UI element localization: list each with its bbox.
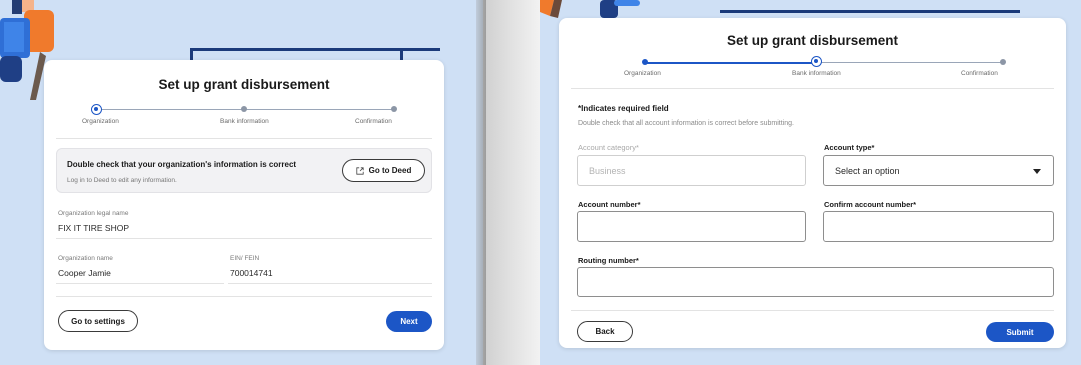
- ein-label: EIN/ FEIN: [230, 255, 260, 262]
- step-label-confirmation: Confirmation: [961, 70, 998, 77]
- org-name-label: Organization name: [58, 255, 113, 262]
- required-field-note: *Indicates required field: [578, 104, 669, 113]
- stepper-track: [101, 109, 394, 110]
- step-indicator-confirmation: [1000, 59, 1006, 65]
- account-category-label: Account category*: [578, 143, 639, 152]
- step-label-organization: Organization: [82, 118, 119, 125]
- confirm-account-number-input[interactable]: [823, 211, 1054, 242]
- routing-number-label: Routing number*: [578, 256, 639, 265]
- stepper-progress: [644, 62, 817, 64]
- verification-notice: Double check that your organization's in…: [56, 148, 432, 193]
- divider: [571, 88, 1054, 89]
- disbursement-card-organization: Set up grant disbursement Organization B…: [44, 60, 444, 350]
- screenshot-edge-shadow: [476, 0, 486, 365]
- back-button[interactable]: Back: [577, 321, 633, 342]
- step-label-confirmation: Confirmation: [355, 118, 392, 125]
- step-label-organization: Organization: [624, 70, 661, 77]
- step-indicator-organization: [642, 59, 648, 65]
- go-to-deed-label: Go to Deed: [368, 166, 412, 175]
- divider: [56, 296, 432, 297]
- page-title: Set up grant disbursement: [726, 33, 899, 48]
- next-button[interactable]: Next: [386, 311, 432, 332]
- step-label-bank-information: Bank information: [792, 70, 841, 77]
- account-number-input[interactable]: [577, 211, 806, 242]
- disbursement-card-bank-information: Set up grant disbursement Organization B…: [559, 18, 1066, 348]
- routing-number-input[interactable]: [577, 267, 1054, 297]
- account-type-label: Account type*: [824, 143, 875, 152]
- account-category-value: Business: [589, 165, 626, 176]
- step-indicator-bank-information: [811, 56, 822, 67]
- submit-button[interactable]: Submit: [986, 322, 1054, 342]
- illustration-rail: [720, 10, 1020, 13]
- field-underline: [228, 283, 432, 284]
- right-screenshot-panel: Set up grant disbursement Organization B…: [540, 0, 1081, 365]
- notice-heading: Double check that your organization's in…: [67, 160, 297, 169]
- confirm-account-number-label: Confirm account number*: [824, 200, 917, 209]
- step-indicator-confirmation: [391, 106, 397, 112]
- people-illustration: [540, 0, 640, 18]
- progress-stepper: Organization Bank information Confirmati…: [559, 56, 1066, 82]
- chevron-down-icon: [1033, 168, 1041, 174]
- step-indicator-bank-information: [241, 106, 247, 112]
- divider: [56, 138, 432, 139]
- notice-subtext: Log in to Deed to edit any information.: [67, 177, 177, 184]
- account-number-label: Account number*: [578, 200, 641, 209]
- account-type-select[interactable]: Select an option: [823, 155, 1054, 186]
- step-indicator-organization: [91, 104, 102, 115]
- ein-value: 700014741: [230, 268, 273, 278]
- field-underline: [56, 283, 224, 284]
- legal-name-label: Organization legal name: [58, 210, 129, 217]
- external-link-icon: [356, 166, 364, 175]
- left-screenshot-panel: Set up grant disbursement Organization B…: [0, 0, 483, 365]
- org-name-value: Cooper Jamie: [58, 268, 111, 278]
- screenshot-separator: [483, 0, 540, 365]
- progress-stepper: Organization Bank information Confirmati…: [44, 104, 444, 130]
- page-title: Set up grant disbursement: [158, 77, 330, 92]
- step-label-bank-information: Bank information: [220, 118, 269, 125]
- go-to-deed-button[interactable]: Go to Deed: [342, 159, 425, 182]
- account-type-placeholder: Select an option: [835, 165, 900, 176]
- go-to-settings-button[interactable]: Go to settings: [58, 310, 138, 332]
- field-underline: [56, 238, 432, 239]
- instructions-text: Double check that all account informatio…: [578, 120, 794, 127]
- divider: [571, 310, 1054, 311]
- account-category-input: Business: [577, 155, 806, 186]
- legal-name-value: FIX IT TIRE SHOP: [58, 223, 130, 233]
